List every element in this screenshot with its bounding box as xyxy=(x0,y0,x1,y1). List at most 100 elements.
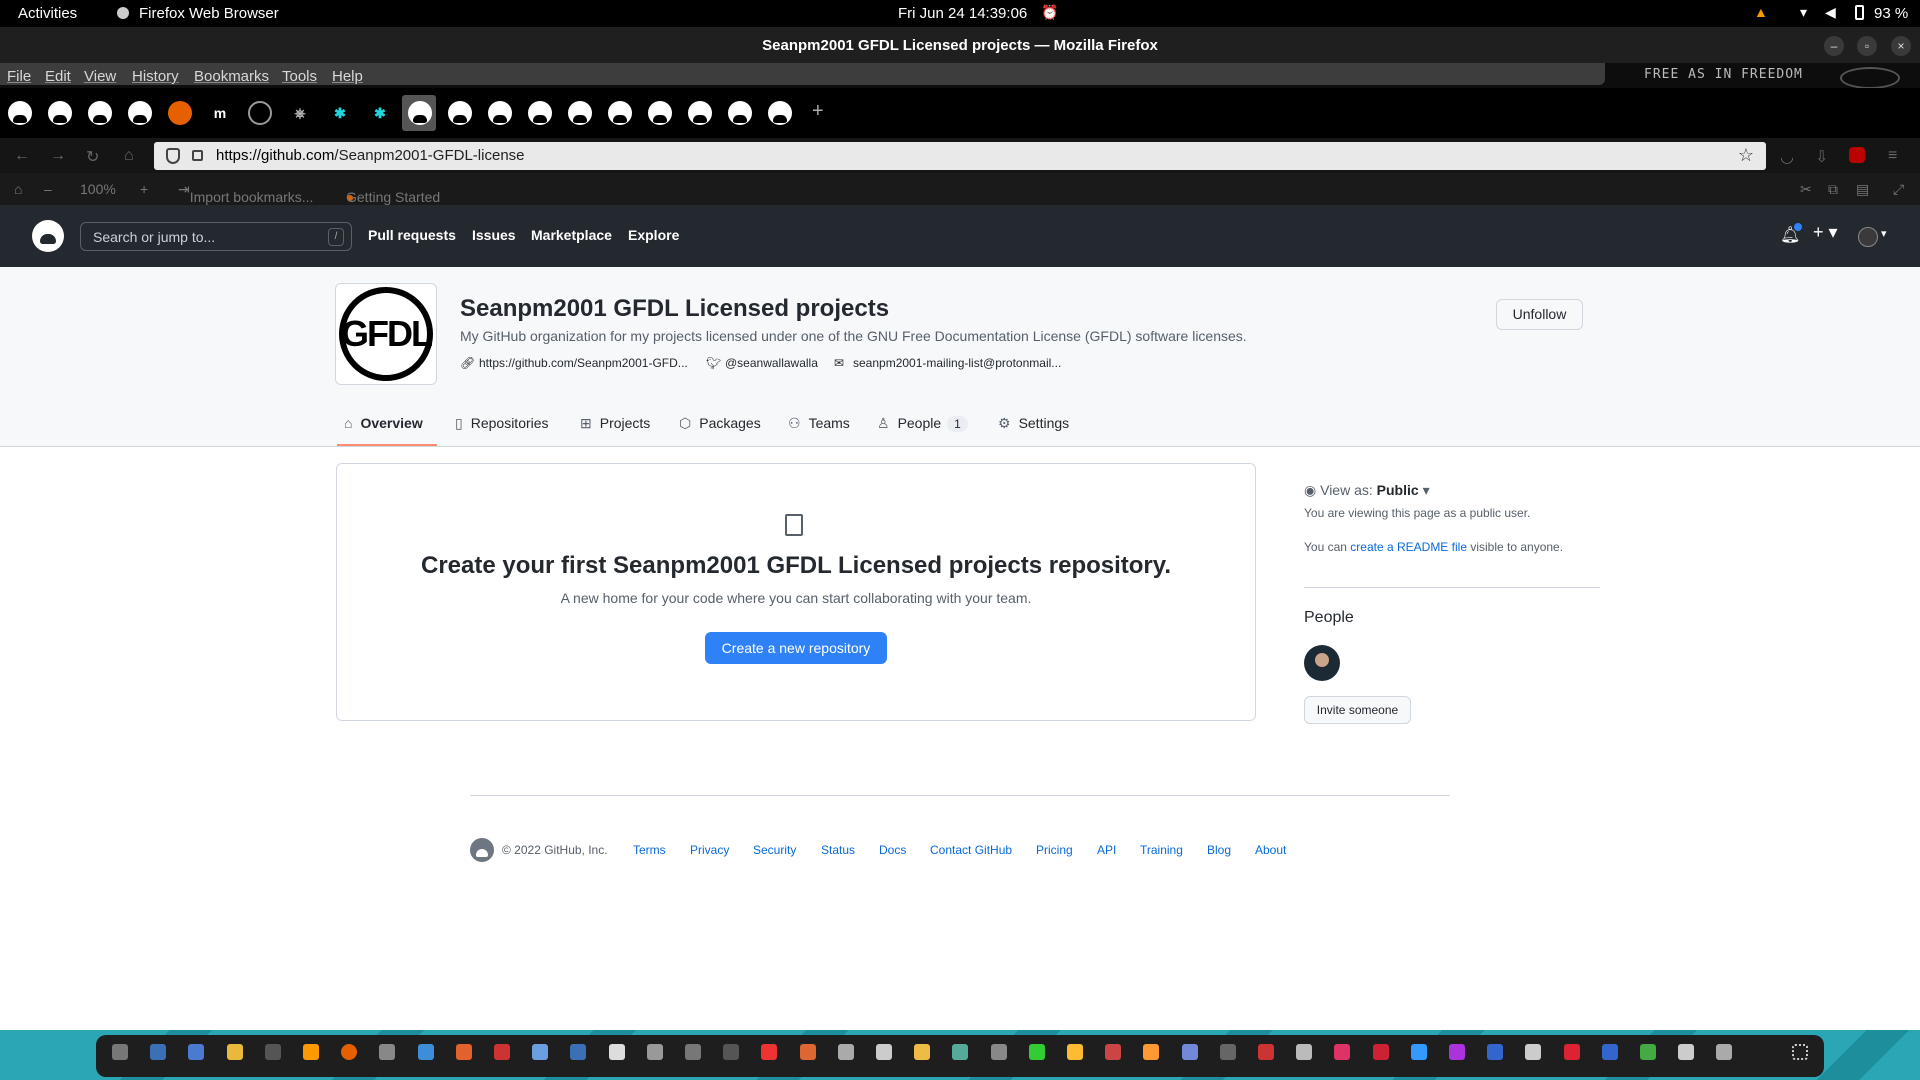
dock-app-icon[interactable] xyxy=(1563,1044,1580,1060)
show-apps-grid-icon[interactable] xyxy=(1792,1044,1808,1060)
bookmark-import[interactable]: ⇥ Import bookmarks... xyxy=(178,181,313,205)
new-tab-icon[interactable]: + xyxy=(812,100,824,123)
dock-app-icon[interactable] xyxy=(494,1044,510,1060)
menu-help[interactable]: Help xyxy=(332,68,363,85)
activities-button[interactable]: Activities xyxy=(18,5,77,22)
footer-link-api[interactable]: API xyxy=(1097,843,1116,857)
menu-view[interactable]: View xyxy=(84,68,116,85)
tab-puzzle-icon[interactable]: ⎈ xyxy=(288,101,312,125)
github-logo-icon[interactable] xyxy=(32,220,64,252)
menu-file[interactable]: File xyxy=(7,68,31,85)
dock-app-icon[interactable] xyxy=(570,1044,587,1060)
dock-app-icon[interactable] xyxy=(417,1044,434,1060)
dock-app-icon[interactable] xyxy=(1334,1044,1351,1060)
zoom-level[interactable]: 100% xyxy=(80,181,116,197)
clock[interactable]: Fri Jun 24 14:39:06 xyxy=(898,5,1027,22)
dock-app-icon[interactable] xyxy=(226,1044,243,1060)
app-menu[interactable]: Firefox Web Browser xyxy=(139,5,279,22)
tab-github-icon[interactable] xyxy=(488,101,512,125)
tab-tool-icon[interactable]: ✱ xyxy=(328,101,352,125)
tab-people[interactable]: ♙ People 1 xyxy=(877,415,968,432)
dock-app-icon[interactable] xyxy=(1296,1044,1313,1060)
url-bar[interactable]: https://github.com/Seanpm2001-GFDL-licen… xyxy=(154,142,1766,170)
dock-app-icon[interactable] xyxy=(188,1044,205,1060)
footer-link-contact[interactable]: Contact GitHub xyxy=(930,843,1012,857)
footer-link-status[interactable]: Status xyxy=(821,843,855,857)
footer-link-pricing[interactable]: Pricing xyxy=(1036,843,1073,857)
close-button[interactable]: × xyxy=(1891,36,1911,56)
footer-link-terms[interactable]: Terms xyxy=(633,843,666,857)
tab-repositories[interactable]: ▯ Repositories xyxy=(455,415,549,432)
tab-github-icon[interactable] xyxy=(528,101,552,125)
footer-link-privacy[interactable]: Privacy xyxy=(690,843,729,857)
create-readme-link[interactable]: create a README file xyxy=(1350,540,1467,554)
dock-app-icon[interactable] xyxy=(1640,1044,1656,1060)
chevron-down-icon[interactable]: ▾ xyxy=(1881,227,1887,240)
vlc-tray-icon[interactable]: ▲ xyxy=(1754,4,1768,20)
invite-someone-button[interactable]: Invite someone xyxy=(1304,696,1411,724)
home-icon[interactable]: ⌂ xyxy=(124,147,134,165)
org-website-link[interactable]: https://github.com/Seanpm2001-GFD... xyxy=(479,356,688,370)
reload-icon[interactable]: ↻ xyxy=(86,147,99,167)
home-small-icon[interactable]: ⌂ xyxy=(14,181,22,197)
create-new-icon[interactable]: + ▾ xyxy=(1813,222,1838,243)
dock-app-icon[interactable] xyxy=(1449,1044,1465,1060)
dock-app-icon[interactable] xyxy=(990,1044,1007,1060)
dock-app-icon[interactable] xyxy=(1181,1044,1198,1060)
dock-app-icon[interactable] xyxy=(1678,1044,1695,1060)
dock-app-icon[interactable] xyxy=(1601,1044,1618,1060)
url-text[interactable]: https://github.com/Seanpm2001-GFDL-licen… xyxy=(216,147,525,164)
tab-github-icon[interactable] xyxy=(568,101,592,125)
dock-app-icon[interactable] xyxy=(455,1044,472,1060)
dock-app-icon[interactable] xyxy=(799,1044,816,1060)
menu-history[interactable]: History xyxy=(132,68,179,85)
dock-app-icon[interactable] xyxy=(1525,1044,1542,1060)
tab-github-icon[interactable] xyxy=(648,101,672,125)
tab-github-icon[interactable] xyxy=(728,101,752,125)
dock-app-icon[interactable] xyxy=(1487,1044,1504,1060)
menu-hamburger-icon[interactable]: ≡ xyxy=(1888,147,1897,165)
dock-app-icon[interactable] xyxy=(1716,1044,1733,1060)
back-icon[interactable]: ← xyxy=(14,147,30,165)
dock-app-icon[interactable] xyxy=(837,1044,854,1060)
tab-overview[interactable]: ⌂ Overview xyxy=(344,415,423,431)
dock-app-icon[interactable] xyxy=(723,1044,740,1060)
user-avatar[interactable] xyxy=(1858,227,1878,247)
unfollow-button[interactable]: Unfollow xyxy=(1496,299,1583,330)
tab-settings[interactable]: ⚙ Settings xyxy=(998,415,1069,432)
copy-icon[interactable]: ⧉ xyxy=(1828,181,1838,198)
tab-github-icon[interactable] xyxy=(88,101,112,125)
tab-github-icon[interactable] xyxy=(688,101,712,125)
tab-teams[interactable]: ⚇ Teams xyxy=(788,415,850,432)
tab-projects[interactable]: ⊞ Projects xyxy=(580,415,650,432)
paste-icon[interactable]: ▤ xyxy=(1856,181,1869,198)
forward-icon[interactable]: → xyxy=(50,147,66,165)
tab-github-icon[interactable] xyxy=(768,101,792,125)
minimize-button[interactable]: – xyxy=(1824,36,1844,56)
org-twitter-link[interactable]: @seanwallawalla xyxy=(725,356,818,370)
footer-link-training[interactable]: Training xyxy=(1140,843,1183,857)
dock-app-icon[interactable] xyxy=(646,1044,663,1060)
cut-icon[interactable]: ✂ xyxy=(1800,181,1812,198)
tab-github-icon[interactable] xyxy=(608,101,632,125)
maximize-button[interactable]: ▫ xyxy=(1857,36,1877,56)
dock-app-icon[interactable] xyxy=(1219,1044,1236,1060)
pocket-icon[interactable]: ◡ xyxy=(1780,147,1794,167)
dock-app-icon[interactable] xyxy=(1410,1044,1427,1060)
dock-app-icon[interactable] xyxy=(1067,1044,1083,1060)
create-repository-button[interactable]: Create a new repository xyxy=(705,632,887,664)
dock-app-icon[interactable] xyxy=(876,1044,892,1060)
zoom-out-icon[interactable]: – xyxy=(44,181,52,197)
github-footer-logo-icon[interactable] xyxy=(470,838,494,862)
tab-tool-icon[interactable]: ✱ xyxy=(368,101,392,125)
dock-app-icon[interactable] xyxy=(379,1044,396,1060)
dock-app-icon[interactable] xyxy=(761,1044,778,1060)
dock-app-icon[interactable] xyxy=(112,1044,128,1060)
dock-app-icon[interactable] xyxy=(1105,1044,1122,1060)
dock-app-icon[interactable] xyxy=(303,1044,319,1060)
dock-app-icon[interactable] xyxy=(532,1044,549,1060)
footer-link-blog[interactable]: Blog xyxy=(1207,843,1231,857)
view-as-control[interactable]: ◉ View as: Public ▾ xyxy=(1304,482,1430,499)
search-input[interactable]: Search or jump to... / xyxy=(80,222,352,251)
volume-icon[interactable]: ◀ xyxy=(1825,4,1836,21)
